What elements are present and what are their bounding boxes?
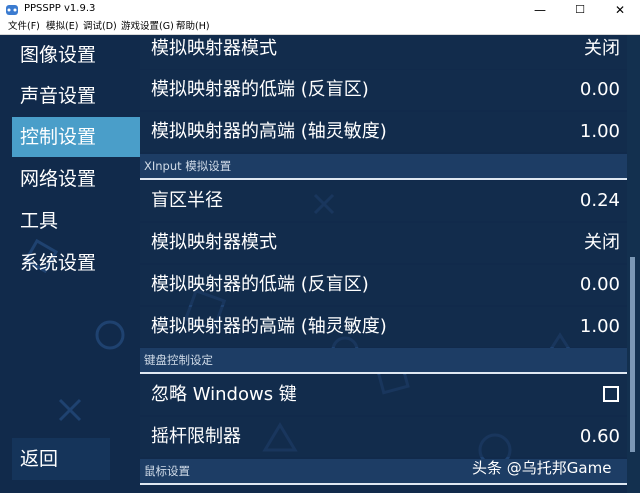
section-header-xinput: XInput 模拟设置 <box>140 154 627 180</box>
setting-row[interactable]: 模拟映射器模式 关闭 <box>140 223 627 263</box>
window-titlebar: PPSSPP v1.9.3 — ☐ ✕ <box>0 0 640 20</box>
sidebar-item-tools[interactable]: 工具 <box>12 201 140 241</box>
menu-emulation[interactable]: 模拟(E) <box>46 20 78 34</box>
setting-row[interactable]: 摇杆限制器 0.60 <box>140 417 627 457</box>
setting-label: 模拟映射器的高端 (轴灵敏度) <box>151 121 387 142</box>
menu-file[interactable]: 文件(F) <box>8 20 40 34</box>
sidebar-item-graphics[interactable]: 图像设置 <box>12 35 140 75</box>
setting-row[interactable]: 忽略 Windows 键 <box>140 375 627 415</box>
settings-panel: 模拟映射器模式 关闭 模拟映射器的低端 (反盲区) 0.00 模拟映射器的高端 … <box>140 35 627 493</box>
menu-help[interactable]: 帮助(H) <box>176 20 210 34</box>
sidebar: 图像设置 声音设置 控制设置 网络设置 工具 系统设置 返回 <box>0 35 140 493</box>
setting-value: 0.24 <box>579 190 620 211</box>
sidebar-item-audio[interactable]: 声音设置 <box>12 76 140 116</box>
menu-bar: 文件(F) 模拟(E) 调试(D) 游戏设置(G) 帮助(H) <box>0 20 640 35</box>
sidebar-item-controls[interactable]: 控制设置 <box>12 117 140 157</box>
section-header-keyboard: 键盘控制设定 <box>140 348 627 374</box>
setting-row[interactable]: 模拟映射器模式 关闭 <box>140 35 627 69</box>
setting-value: 0.00 <box>579 274 620 295</box>
section-header-label: XInput 模拟设置 <box>144 159 232 173</box>
watermark: 头条 @乌托邦Game <box>472 459 612 477</box>
setting-label: 盲区半径 <box>151 190 223 211</box>
ignore-windows-key-checkbox[interactable] <box>603 386 619 402</box>
setting-label: 忽略 Windows 键 <box>151 384 297 405</box>
setting-value: 1.00 <box>579 121 620 142</box>
scrollbar[interactable] <box>627 35 640 493</box>
setting-row[interactable]: 模拟映射器的高端 (轴灵敏度) 1.00 <box>140 112 627 152</box>
sidebar-item-system[interactable]: 系统设置 <box>12 243 140 283</box>
setting-label: 模拟映射器的低端 (反盲区) <box>151 274 369 295</box>
scrollbar-thumb[interactable] <box>630 257 635 452</box>
minimize-button[interactable]: — <box>520 0 560 20</box>
section-header-label: 鼠标设置 <box>144 464 190 478</box>
app-area: 图像设置 声音设置 控制设置 网络设置 工具 系统设置 返回 模拟映射器模式 关… <box>0 35 640 493</box>
setting-label: 模拟映射器模式 <box>151 38 277 59</box>
menu-debug[interactable]: 调试(D) <box>83 20 117 34</box>
setting-row[interactable]: 模拟映射器的低端 (反盲区) 0.00 <box>140 70 627 110</box>
maximize-button[interactable]: ☐ <box>560 0 600 20</box>
setting-value: 1.00 <box>579 316 620 337</box>
setting-value: 关闭 <box>584 38 620 59</box>
window-title: PPSSPP v1.9.3 <box>24 3 96 14</box>
setting-row[interactable]: 模拟映射器的低端 (反盲区) 0.00 <box>140 265 627 305</box>
close-button[interactable]: ✕ <box>600 0 640 20</box>
setting-row[interactable]: 模拟映射器的高端 (轴灵敏度) 1.00 <box>140 307 627 347</box>
setting-label: 摇杆限制器 <box>151 426 241 447</box>
setting-row[interactable]: 盲区半径 0.24 <box>140 181 627 221</box>
setting-value: 关闭 <box>584 232 620 253</box>
setting-value: 0.00 <box>579 79 620 100</box>
setting-value: 0.60 <box>579 426 620 447</box>
menu-game-settings[interactable]: 游戏设置(G) <box>121 20 174 34</box>
setting-label: 模拟映射器的高端 (轴灵敏度) <box>151 316 387 337</box>
sidebar-item-network[interactable]: 网络设置 <box>12 159 140 199</box>
section-header-label: 键盘控制设定 <box>144 353 213 367</box>
back-button[interactable]: 返回 <box>12 438 110 480</box>
setting-label: 模拟映射器的低端 (反盲区) <box>151 79 369 100</box>
ppsspp-app-icon <box>6 5 18 15</box>
setting-label: 模拟映射器模式 <box>151 232 277 253</box>
